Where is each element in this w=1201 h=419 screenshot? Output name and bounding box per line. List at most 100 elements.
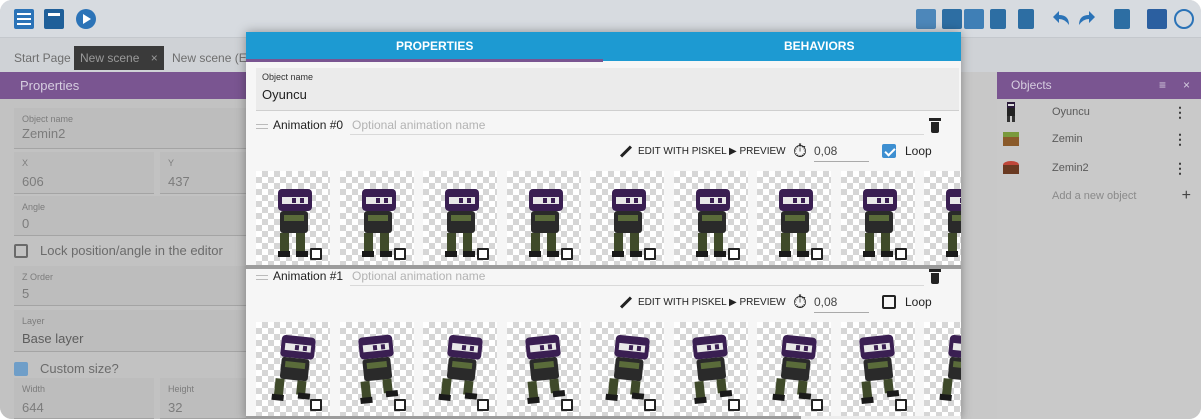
close-icon[interactable]: ×: [151, 51, 158, 65]
frame-checkbox[interactable]: [811, 248, 823, 260]
animation-frame[interactable]: [423, 171, 497, 265]
speed-input[interactable]: 0,08: [814, 144, 837, 158]
frame-checkbox[interactable]: [393, 248, 406, 260]
object-item-zemin[interactable]: Zemin ⋮: [997, 127, 1201, 151]
tab-start-page[interactable]: Start Page: [8, 46, 77, 70]
frame-checkbox[interactable]: [644, 248, 656, 260]
preview-label: PREVIEW: [739, 146, 786, 157]
animation-frame[interactable]: [840, 322, 915, 416]
object-name-field[interactable]: Object name Zemin2: [14, 108, 246, 149]
more-icon[interactable]: ⋮: [1173, 127, 1187, 151]
frame-checkbox[interactable]: [393, 399, 406, 411]
animation-frame[interactable]: [673, 171, 748, 265]
frame-checkbox[interactable]: [727, 248, 740, 260]
drag-handle-icon[interactable]: [256, 275, 268, 280]
lock-checkbox[interactable]: [14, 244, 28, 258]
y-field[interactable]: Y 437: [160, 152, 246, 194]
width-field[interactable]: Width 644: [14, 378, 154, 419]
tab-new-scene-events[interactable]: New scene (Eve: [166, 46, 248, 70]
object-name: Zemin: [1052, 133, 1083, 145]
trash-icon[interactable]: [929, 117, 941, 133]
grid-icon[interactable]: [916, 9, 936, 29]
animation-frame[interactable]: [506, 322, 581, 416]
x-field[interactable]: X 606: [14, 152, 154, 194]
more-icon[interactable]: ⋮: [1173, 156, 1187, 180]
input-underline: [350, 134, 924, 135]
filter-icon[interactable]: ≡: [1159, 72, 1166, 99]
object-item-oyuncu[interactable]: Oyuncu ⋮: [997, 100, 1201, 124]
frame-checkbox[interactable]: [727, 399, 740, 411]
delete-icon[interactable]: [1114, 9, 1130, 29]
speed-input[interactable]: 0,08: [814, 295, 837, 309]
frame-checkbox[interactable]: [644, 399, 656, 411]
animation-header: Animation #0 Optional animation name: [246, 115, 961, 137]
play-icon[interactable]: [76, 9, 96, 29]
animation-frame[interactable]: [256, 171, 330, 265]
object-name-field[interactable]: Object name Oyuncu: [256, 68, 959, 111]
animation-name-input[interactable]: Optional animation name: [352, 269, 485, 283]
redo-icon[interactable]: [1077, 9, 1097, 29]
animation-frame[interactable]: [423, 322, 497, 416]
plus-icon[interactable]: +: [1182, 184, 1191, 208]
frame-checkbox[interactable]: [894, 248, 907, 260]
drag-handle-icon[interactable]: [256, 124, 268, 129]
frame-checkbox[interactable]: [310, 399, 322, 411]
list-icon[interactable]: [990, 9, 1006, 29]
frame-checkbox[interactable]: [560, 399, 573, 411]
height-field[interactable]: Height 32: [160, 378, 246, 419]
objects-title-label: Objects: [1011, 78, 1052, 92]
input-underline: [814, 161, 869, 162]
zorder-field[interactable]: Z Order 5: [14, 266, 246, 306]
animation-frame[interactable]: [256, 322, 330, 416]
lock-label: Lock position/angle in the editor: [40, 243, 223, 258]
settings-icon[interactable]: [942, 9, 962, 29]
animation-frame[interactable]: [339, 171, 414, 265]
frame-checkbox[interactable]: [894, 399, 907, 411]
zoom-icon[interactable]: [1174, 9, 1194, 29]
field-value: 606: [22, 174, 44, 189]
animation-frame[interactable]: [506, 171, 581, 265]
frame-checkbox[interactable]: [477, 399, 489, 411]
ground-tile-icon: [1003, 161, 1019, 174]
animation-name-input[interactable]: Optional animation name: [352, 118, 485, 132]
copy-icon[interactable]: [1018, 9, 1034, 29]
animation-frame[interactable]: [590, 322, 664, 416]
close-icon[interactable]: ×: [1183, 72, 1190, 99]
undo-icon[interactable]: [1051, 9, 1071, 29]
frame-checkbox[interactable]: [477, 248, 489, 260]
object-item-zemin2[interactable]: Zemin2 ⋮: [997, 156, 1201, 180]
animation-frame[interactable]: [339, 322, 414, 416]
lock-position-checkbox-row[interactable]: Lock position/angle in the editor: [0, 238, 246, 264]
frame-strip: [246, 171, 961, 265]
animation-frame[interactable]: [924, 322, 961, 416]
animation-frame[interactable]: [924, 171, 961, 265]
loop-checkbox[interactable]: [882, 295, 896, 309]
edit-with-piskel-button[interactable]: EDIT WITH PISKEL: [619, 296, 727, 309]
preview-button[interactable]: ▶ PREVIEW: [729, 146, 786, 157]
custom-size-checkbox[interactable]: [14, 362, 28, 376]
frame-checkbox[interactable]: [560, 248, 573, 260]
loop-checkbox[interactable]: [882, 144, 896, 158]
more-icon[interactable]: ⋮: [1173, 100, 1187, 124]
tab-properties[interactable]: PROPERTIES: [396, 32, 473, 61]
layers-icon[interactable]: [964, 9, 984, 29]
animation-frame[interactable]: [757, 322, 831, 416]
frame-checkbox[interactable]: [811, 399, 823, 411]
tab-new-scene[interactable]: New scene ×: [74, 46, 164, 70]
preview-button[interactable]: ▶ PREVIEW: [729, 297, 786, 308]
tile-icon[interactable]: [1147, 9, 1167, 29]
edit-with-piskel-button[interactable]: EDIT WITH PISKEL: [619, 145, 727, 158]
object-name: Zemin2: [1052, 162, 1089, 174]
scene-list-icon[interactable]: [44, 9, 64, 29]
animation-frame[interactable]: [590, 171, 664, 265]
layer-field[interactable]: Layer Base layer: [14, 310, 246, 352]
animation-frame[interactable]: [840, 171, 915, 265]
tab-behaviors[interactable]: BEHAVIORS: [784, 32, 854, 61]
animation-frame[interactable]: [673, 322, 748, 416]
add-object-row[interactable]: Add a new object +: [997, 184, 1201, 208]
frame-checkbox[interactable]: [310, 248, 322, 260]
animation-frame[interactable]: [757, 171, 831, 265]
trash-icon[interactable]: [929, 268, 941, 284]
project-manager-icon[interactable]: [14, 9, 34, 29]
angle-field[interactable]: Angle 0: [14, 196, 246, 236]
